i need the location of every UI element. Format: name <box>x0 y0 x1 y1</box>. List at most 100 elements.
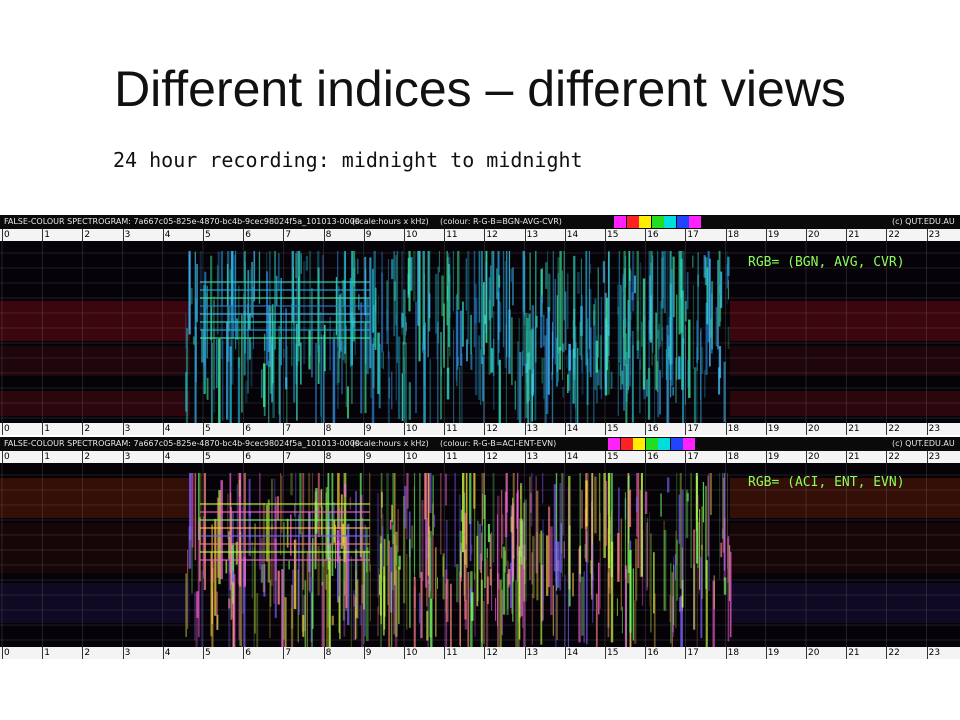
slide-subtitle: 24 hour recording: midnight to midnight <box>113 148 583 172</box>
hour-tick <box>82 423 84 435</box>
hour-tick <box>524 229 526 241</box>
hour-tick <box>243 423 245 435</box>
hour-tick <box>323 647 325 659</box>
hour-tick-label: 15 <box>607 424 619 434</box>
hour-tick-label: 0 <box>4 230 10 240</box>
hour-tick-label: 10 <box>406 648 418 658</box>
hour-tick <box>82 229 84 241</box>
spectrogram-image <box>0 463 960 647</box>
hour-tick <box>2 647 3 659</box>
hour-tick <box>203 423 204 435</box>
hour-tick <box>42 451 44 463</box>
hour-tick <box>82 451 84 463</box>
hour-tick-label: 11 <box>446 424 458 434</box>
hour-tick <box>926 451 928 463</box>
hour-tick <box>725 229 727 241</box>
hour-tick-label: 6 <box>245 424 251 434</box>
hour-tick-label: 22 <box>888 424 900 434</box>
hour-tick <box>2 423 3 435</box>
hour-tick <box>243 229 245 241</box>
header-copyright: (c) QUT.EDU.AU <box>892 439 955 448</box>
hour-tick-label: 16 <box>647 230 659 240</box>
hour-tick-label: 18 <box>727 424 740 434</box>
hour-tick <box>806 451 807 463</box>
hour-tick-label: 2 <box>84 424 91 434</box>
hour-tick <box>122 423 124 435</box>
hour-tick <box>82 647 84 659</box>
hour-tick-label: 18 <box>727 648 740 658</box>
hour-axis-bottom: 0 1 2 3 4 5 6 7 8 9 10 11 12 13 14 15 16 17 18 19 20 21 22 23 <box>0 647 960 659</box>
hour-tick-label: 19 <box>767 230 780 240</box>
hour-tick <box>886 423 888 435</box>
hour-tick <box>203 229 204 241</box>
hour-tick <box>886 451 888 463</box>
hour-tick <box>564 423 566 435</box>
hour-tick-label: 16 <box>647 424 659 434</box>
hour-tick-label: 20 <box>808 648 820 658</box>
hour-tick <box>605 423 606 435</box>
hour-tick-label: 8 <box>325 230 332 240</box>
hour-tick-label: 1 <box>44 648 50 658</box>
hour-tick-label: 17 <box>687 452 699 462</box>
hour-tick <box>725 423 727 435</box>
hour-tick <box>765 229 767 241</box>
hour-tick-label: 20 <box>808 230 820 240</box>
hour-tick <box>203 647 204 659</box>
hour-tick-label: 1 <box>44 452 50 462</box>
hour-tick-label: 13 <box>526 424 539 434</box>
hour-tick <box>363 229 365 241</box>
hour-tick-label: 12 <box>486 230 498 240</box>
hour-tick <box>404 647 405 659</box>
hour-tick-label: 7 <box>285 452 292 462</box>
hour-tick-label: 7 <box>285 230 292 240</box>
spectrogram-top: FALSE-COLOUR SPECTROGRAM: 7a667c05-825e-… <box>0 215 960 435</box>
hour-tick <box>122 451 124 463</box>
hour-tick-label: 14 <box>566 424 579 434</box>
hour-tick-label: 19 <box>767 452 780 462</box>
hour-tick-label: 2 <box>84 648 91 658</box>
hour-tick-label: 14 <box>566 230 579 240</box>
hour-tick-label: 14 <box>566 452 579 462</box>
hour-tick <box>42 423 44 435</box>
hour-tick-label: 12 <box>486 648 498 658</box>
hour-tick <box>645 229 647 241</box>
hour-tick <box>444 647 446 659</box>
hour-tick <box>886 229 888 241</box>
hour-tick <box>685 647 687 659</box>
hour-tick-label: 4 <box>164 424 171 434</box>
hour-tick <box>886 647 888 659</box>
colour-swatch <box>683 438 695 450</box>
hour-tick <box>806 229 807 241</box>
hour-tick-label: 23 <box>928 230 941 240</box>
colour-swatch <box>670 438 683 450</box>
colour-swatch <box>614 216 626 228</box>
hour-tick <box>243 647 245 659</box>
header-scale: (scale:hours x kHz) <box>352 439 429 448</box>
hour-tick <box>524 451 526 463</box>
hour-tick <box>323 423 325 435</box>
hour-tick <box>605 229 606 241</box>
hour-tick-label: 12 <box>486 452 498 462</box>
hour-tick <box>2 451 3 463</box>
hour-tick <box>564 229 566 241</box>
hour-tick <box>323 229 325 241</box>
hour-tick-label: 3 <box>124 230 131 240</box>
hour-tick <box>846 647 848 659</box>
hour-tick-label: 21 <box>848 452 860 462</box>
hour-tick <box>122 229 124 241</box>
hour-tick-label: 3 <box>124 424 131 434</box>
hour-tick-label: 2 <box>84 452 91 462</box>
hour-tick <box>564 451 566 463</box>
hour-tick <box>484 647 486 659</box>
hour-tick <box>444 451 446 463</box>
hour-tick <box>42 647 44 659</box>
colour-swatch <box>608 438 620 450</box>
hour-tick <box>363 451 365 463</box>
hour-tick-label: 5 <box>205 452 211 462</box>
hour-tick-label: 1 <box>44 230 50 240</box>
hour-tick <box>765 423 767 435</box>
hour-tick-label: 5 <box>205 230 211 240</box>
hour-tick-label: 20 <box>808 424 820 434</box>
hour-tick <box>484 423 486 435</box>
hour-tick <box>323 451 325 463</box>
